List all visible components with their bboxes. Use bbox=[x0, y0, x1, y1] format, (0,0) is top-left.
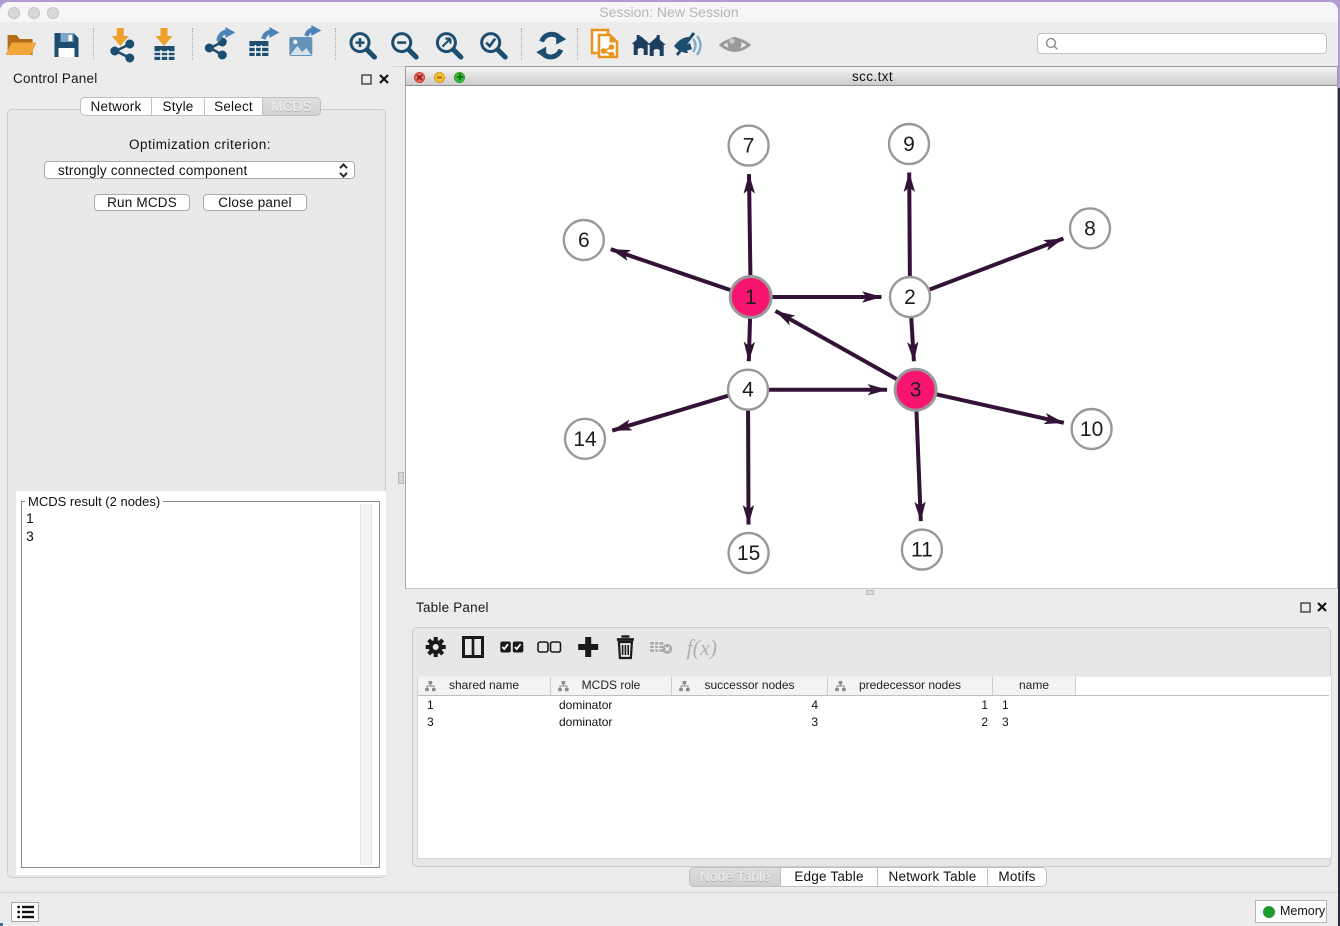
svg-text:2: 2 bbox=[904, 286, 916, 309]
svg-text:3: 3 bbox=[910, 379, 922, 402]
svg-text:14: 14 bbox=[573, 428, 597, 451]
svg-text:7: 7 bbox=[743, 135, 755, 158]
svg-text:6: 6 bbox=[578, 229, 590, 252]
svg-text:15: 15 bbox=[737, 542, 760, 565]
svg-text:1: 1 bbox=[745, 286, 757, 309]
svg-text:9: 9 bbox=[903, 133, 915, 156]
svg-text:10: 10 bbox=[1080, 418, 1103, 441]
svg-text:8: 8 bbox=[1084, 217, 1096, 240]
svg-text:4: 4 bbox=[742, 379, 754, 402]
svg-text:11: 11 bbox=[911, 539, 933, 562]
svg-text:f(x): f(x) bbox=[687, 635, 718, 660]
